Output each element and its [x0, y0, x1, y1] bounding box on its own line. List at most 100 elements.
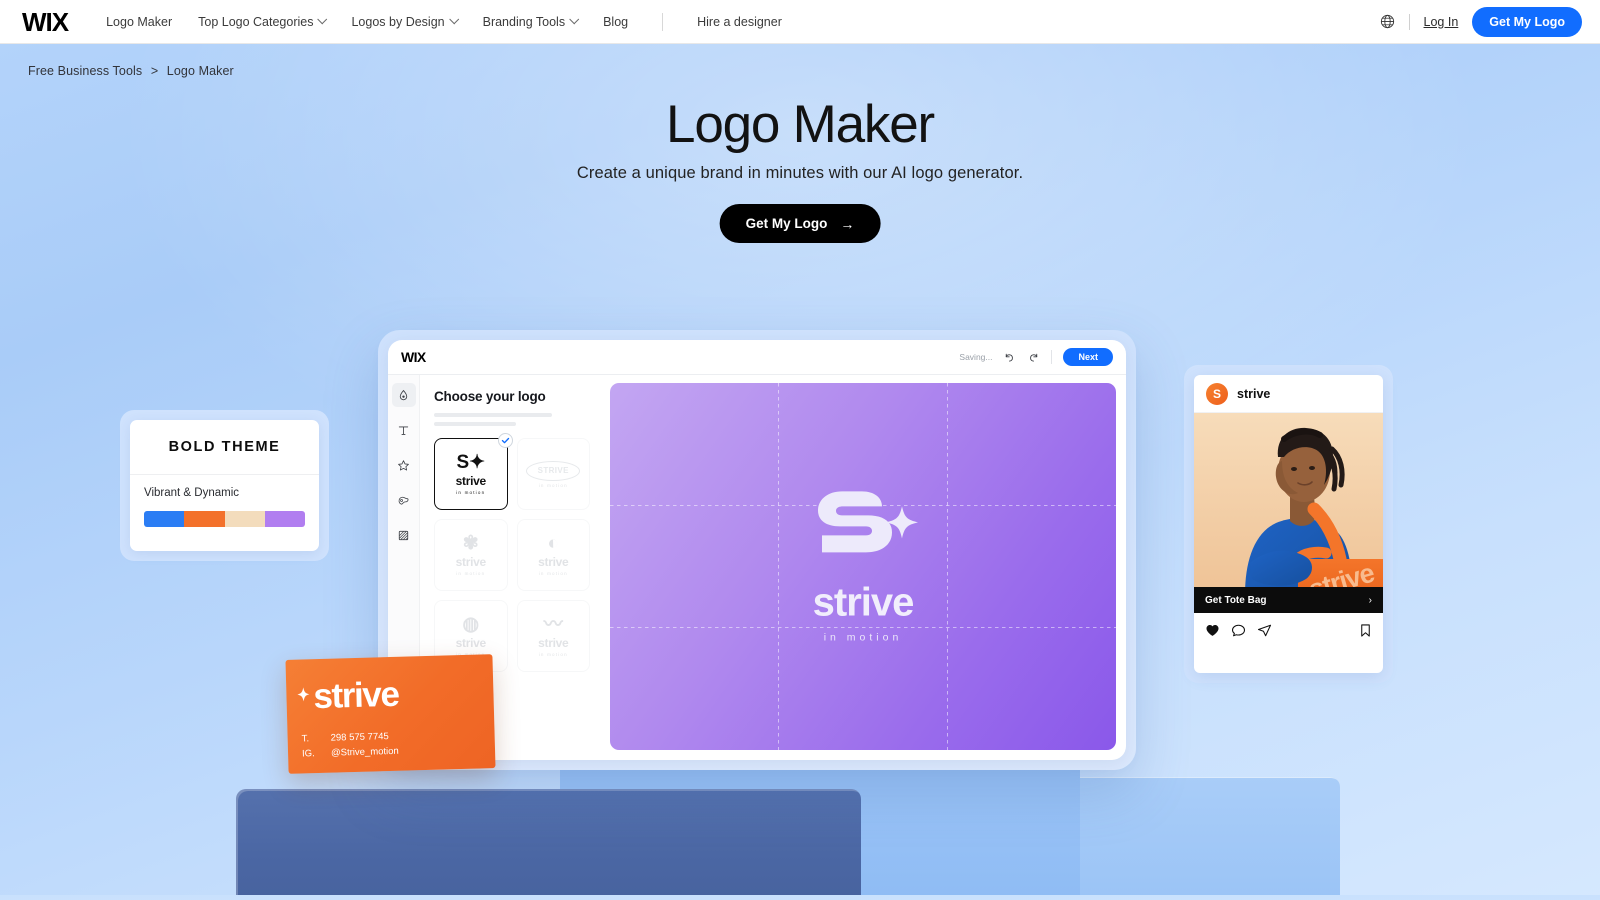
logo-thumbnail-word: strive — [455, 474, 487, 488]
chevron-down-icon — [448, 14, 459, 25]
brand-tagline: in motion — [823, 630, 903, 643]
nav-divider — [662, 12, 664, 31]
logo-canvas[interactable]: strive in motion — [610, 383, 1116, 750]
business-card-brand: strive — [312, 674, 399, 717]
get-tote-bag-cta[interactable]: Get Tote Bag › — [1194, 587, 1383, 613]
get-my-logo-button-header[interactable]: Get My Logo — [1472, 6, 1582, 37]
chevron-down-icon — [569, 14, 580, 25]
avatar[interactable]: S — [1206, 382, 1228, 405]
instagram-action-bar — [1194, 613, 1383, 647]
hero-section: Free Business Tools > Logo Maker Logo Ma… — [0, 44, 1600, 900]
nav-item-top-logo-categories[interactable]: Top Logo Categories — [198, 14, 328, 29]
login-link[interactable]: Log In — [1424, 15, 1459, 29]
globe-icon[interactable] — [1380, 14, 1395, 29]
logo-thumbnail-tagline: in motion — [538, 571, 568, 576]
share-icon[interactable] — [1257, 623, 1272, 638]
nav-item-blog[interactable]: Blog — [603, 15, 628, 29]
logo-mark-icon: ✾ — [462, 533, 479, 554]
nav-item-label: Top Logo Categories — [198, 14, 314, 29]
logo-mark-icon: 〰 — [543, 614, 563, 635]
top-navigation-bar: WIX Logo Maker Top Logo Categories Logos… — [0, 0, 1600, 44]
theme-title: BOLD THEME — [168, 439, 281, 455]
wix-logo[interactable]: WIX — [22, 9, 69, 35]
logo-thumbnail-word: strive — [455, 555, 487, 569]
instagram-photo: strive Get Tote Bag › — [1194, 413, 1383, 613]
skeleton-line — [434, 413, 552, 417]
page-title: Logo Maker — [666, 95, 935, 154]
undo-icon[interactable] — [1003, 351, 1016, 364]
color-swatch-orange[interactable] — [184, 511, 225, 527]
nav-item-branding-tools[interactable]: Branding Tools — [483, 14, 580, 29]
logo-thumbnail-tagline: in motion — [538, 482, 568, 488]
nav-right-group: Log In Get My Logo — [1380, 6, 1582, 37]
saving-status: Saving... — [959, 352, 993, 362]
contact-value: @Strive_motion — [330, 746, 399, 760]
nav-item-logos-by-design[interactable]: Logos by Design — [351, 14, 459, 29]
logo-mark-icon: ◍ — [462, 614, 480, 635]
editor-toolbar-right: Saving... Next — [959, 348, 1113, 366]
skeleton-line — [434, 422, 516, 426]
color-swatch-purple[interactable] — [264, 511, 305, 527]
logo-thumbnail[interactable]: STRIVE in motion — [516, 438, 590, 510]
logo-thumbnail-word: strive — [538, 636, 569, 650]
sparkle-icon — [297, 687, 310, 702]
logo-thumbnail-tagline: in motion — [456, 571, 486, 576]
editor-toolbar: WIX Saving... Next — [388, 340, 1126, 375]
nav-links: Logo Maker Top Logo Categories Logos by … — [106, 12, 782, 31]
pedestal-left — [236, 789, 861, 897]
theme-card-header: BOLD THEME — [130, 420, 319, 475]
redo-icon[interactable] — [1027, 351, 1040, 364]
business-card-mockup: strive T. 298 575 7745 IG. @Strive_motio… — [285, 654, 496, 774]
arrow-right-icon: → — [840, 215, 855, 232]
logo-thumbnail-tagline: in motion — [538, 652, 568, 657]
logo-thumbnail-selected[interactable]: S✦ strive in motion — [434, 433, 513, 510]
text-tool-icon[interactable] — [392, 418, 416, 442]
logo-mark-icon: STRIVE — [526, 460, 581, 481]
get-my-logo-button-hero[interactable]: Get My Logo → — [719, 204, 881, 243]
editor-wix-logo[interactable]: WIX — [401, 349, 426, 365]
shape-icon[interactable] — [392, 488, 416, 512]
contact-key: IG. — [301, 748, 315, 760]
next-button[interactable]: Next — [1063, 348, 1113, 366]
theme-card-body: Vibrant & Dynamic — [130, 475, 319, 527]
contact-row-instagram: IG. @Strive_motion — [302, 744, 399, 762]
logo-thumbnail[interactable]: 〰 strive in motion — [516, 600, 590, 672]
nav-divider — [1408, 13, 1410, 30]
instagram-post-card: S strive strive Get Tote Bag › — [1194, 375, 1383, 673]
logo-thumbnail-word: strive — [455, 636, 487, 650]
nav-item-label: Logo Maker — [106, 14, 173, 29]
color-swatch-cream[interactable] — [224, 511, 265, 527]
heart-icon[interactable] — [1205, 623, 1220, 638]
logo-thumbnail-tagline: in motion — [456, 490, 486, 495]
nav-item-label: Logos by Design — [351, 14, 445, 29]
logo-editor-window: WIX Saving... Next Choose your logo S✦ s… — [388, 340, 1126, 760]
nav-item-hire-a-designer[interactable]: Hire a designer — [697, 15, 782, 29]
chevron-right-icon: › — [1368, 594, 1372, 606]
check-icon — [497, 433, 513, 448]
star-icon[interactable] — [392, 453, 416, 477]
instagram-username[interactable]: strive — [1237, 387, 1270, 401]
logo-thumbnail-word: strive — [538, 555, 569, 569]
page-subtitle: Create a unique brand in minutes with ou… — [576, 164, 1024, 182]
s-sparkle-mark-icon — [818, 490, 918, 552]
color-droplet-icon[interactable] — [391, 383, 416, 407]
chevron-down-icon — [317, 14, 328, 25]
bold-theme-card[interactable]: BOLD THEME Vibrant & Dynamic — [130, 420, 319, 551]
logo-thumbnail[interactable]: ✾ strive in motion — [434, 519, 508, 591]
brand-wordmark: strive — [812, 579, 915, 624]
logo-thumbnail[interactable]: ◐ strive in motion — [516, 519, 590, 591]
business-card-contact: T. 298 575 7745 IG. @Strive_motion — [301, 728, 399, 762]
bookmark-icon[interactable] — [1359, 623, 1372, 638]
logo-thumbnail-grid: S✦ strive in motion STRIVE in motion ✾ s… — [434, 433, 590, 672]
contact-key: T. — [301, 732, 310, 745]
breadcrumb-parent[interactable]: Free Business Tools — [28, 64, 142, 78]
brand-lockup: strive in motion — [610, 484, 1116, 643]
person-with-tote-bag-illustration: strive — [1194, 413, 1383, 613]
color-swatch-blue[interactable] — [144, 511, 185, 527]
nav-item-logo-maker[interactable]: Logo Maker — [106, 15, 172, 29]
color-swatch-row — [144, 511, 305, 527]
comment-icon[interactable] — [1231, 623, 1246, 638]
instagram-card-header: S strive — [1194, 375, 1383, 413]
editor-toolbar-divider — [1051, 350, 1053, 364]
pattern-icon[interactable] — [392, 523, 416, 547]
